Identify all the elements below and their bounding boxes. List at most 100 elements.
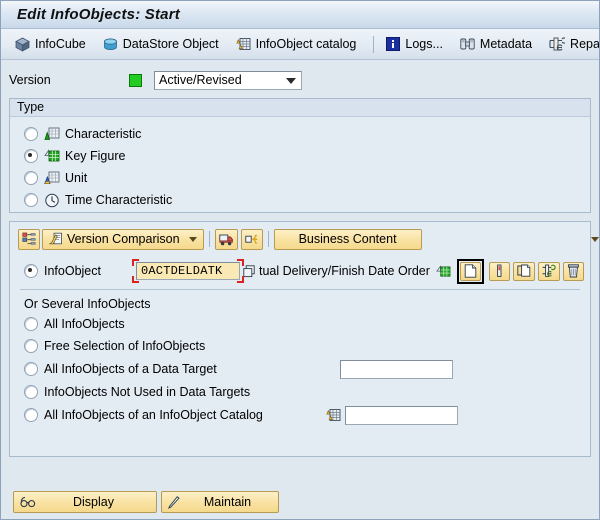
maintain-button[interactable]: Maintain [161,491,279,513]
radio-all-infoobjects[interactable]: All InfoObjects [10,313,590,335]
radio-all-of-data-target[interactable]: All InfoObjects of a Data Target [10,357,590,381]
radio-characteristic-control[interactable] [24,127,38,141]
infoobject-input[interactable]: 0ACTDELDATK [136,262,240,280]
radio-all-infoobjects-control[interactable] [24,317,38,331]
version-select-value: Active/Revised [159,73,242,87]
copy-icon [517,264,531,278]
radio-not-used-control[interactable] [24,385,38,399]
radio-unit-control[interactable] [24,171,38,185]
toolbar-repair[interactable]: Repai [549,37,599,51]
delete-button[interactable] [563,262,584,281]
create-document-icon [464,264,477,278]
radio-characteristic[interactable]: Characteristic [10,123,590,145]
toolbar-separator [373,36,374,53]
panel-toolbar-separator [209,231,210,247]
selection-panel: Version Comparison [9,221,591,457]
radio-free-selection-control[interactable] [24,339,38,353]
footer-bar: Display Maintain [1,485,599,519]
radio-time-characteristic-label: Time Characteristic [65,193,172,207]
pencil-icon [168,496,183,509]
maintain-button-label: Maintain [183,495,272,509]
display-button[interactable]: Display [13,491,157,513]
toolbar-infocube[interactable]: InfoCube [15,37,86,52]
version-select[interactable]: Active/Revised [154,71,302,90]
focus-bracket [132,259,139,266]
transport-button[interactable] [215,229,238,250]
data-target-input[interactable] [340,360,453,379]
type-group-title: Type [10,99,590,117]
radio-key-figure-control[interactable] [24,149,38,163]
toolbar-repair-label: Repai [570,37,599,51]
sap-window: Edit InfoObjects: Start InfoCube [0,0,600,520]
infoobject-catalog-input[interactable] [345,406,458,425]
type-group-body: Characteristic Key Figure [10,117,590,217]
radio-key-figure-label: Key Figure [65,149,125,163]
radio-all-of-catalog-control[interactable] [24,408,38,422]
radio-all-of-data-target-label: All InfoObjects of a Data Target [44,362,340,376]
create-document-icon-button[interactable] [460,262,481,281]
type-group: Type Characteristic [9,98,591,213]
radio-all-infoobjects-label: All InfoObjects [44,317,125,331]
distribute-icon [245,233,259,246]
transport-truck-icon [219,233,234,246]
toolbar-infocube-label: InfoCube [35,37,86,51]
window-title: Edit InfoObjects: Start [17,6,180,23]
version-status-indicator [129,74,142,87]
radio-characteristic-label: Characteristic [65,127,141,141]
chevron-down-icon[interactable] [591,237,599,242]
datastore-icon [103,37,118,52]
panel-toolbar-separator-2 [268,231,269,247]
hierarchy-icon [22,232,36,246]
version-row: Version Active/Revised [1,60,599,95]
radio-key-figure[interactable]: Key Figure [10,145,590,167]
infoobject-description: tual Delivery/Finish Date Order [259,264,430,278]
radio-not-used-label: InfoObjects Not Used in Data Targets [44,385,250,399]
focus-bracket [132,276,139,283]
radio-free-selection-label: Free Selection of InfoObjects [44,339,205,353]
where-used-icon [542,264,556,278]
toolbar-logs[interactable]: Logs... [386,37,443,51]
unit-icon [44,171,60,186]
version-comparison-button[interactable]: Version Comparison [42,229,204,250]
infoobject-catalog-icon [326,408,341,423]
toolbar-infoobject-catalog[interactable]: InfoObject catalog [236,37,357,52]
hierarchy-button[interactable] [18,229,40,250]
toolbar-datastore-label: DataStore Object [123,37,219,51]
where-used-button[interactable] [538,262,560,281]
version-label: Version [9,73,129,87]
search-help-icon[interactable] [243,265,256,278]
radio-unit-label: Unit [65,171,87,185]
focus-bracket [237,259,244,266]
business-content-button[interactable]: Business Content [274,229,422,250]
delete-trash-icon [567,264,580,278]
version-comparison-icon [49,232,63,246]
time-characteristic-icon [44,193,60,208]
change-pen-button[interactable] [489,262,510,281]
radio-all-of-infoobject-catalog[interactable]: All InfoObjects of an InfoObject Catalog [10,403,590,427]
change-pen-icon [493,264,506,278]
toolbar-metadata-label: Metadata [480,37,532,51]
focus-bracket [237,276,244,283]
characteristic-icon [44,127,60,142]
distribute-button[interactable] [241,229,263,250]
radio-unit[interactable]: Unit [10,167,590,189]
chevron-down-icon[interactable] [189,237,197,242]
radio-infoobject-label: InfoObject [44,264,136,278]
toolbar-infoobject-catalog-label: InfoObject catalog [256,37,357,51]
radio-all-of-data-target-control[interactable] [24,362,38,376]
create-document-button[interactable] [457,259,484,284]
radio-infoobject-control[interactable] [24,264,38,278]
radio-not-used-in-data-targets[interactable]: InfoObjects Not Used in Data Targets [10,381,590,403]
radio-time-characteristic-control[interactable] [24,193,38,207]
radio-free-selection[interactable]: Free Selection of InfoObjects [10,335,590,357]
key-figure-icon [436,265,451,278]
chevron-down-icon [286,78,296,84]
toolbar-metadata[interactable]: Metadata [460,37,532,51]
title-bar: Edit InfoObjects: Start [1,1,599,29]
toolbar-datastore-object[interactable]: DataStore Object [103,37,219,52]
version-comparison-label: Version Comparison [67,232,180,246]
copy-button[interactable] [513,262,535,281]
several-infoobjects-heading: Or Several InfoObjects [10,290,590,313]
radio-time-characteristic[interactable]: Time Characteristic [10,189,590,211]
radio-all-of-catalog-label: All InfoObjects of an InfoObject Catalog [44,408,326,422]
